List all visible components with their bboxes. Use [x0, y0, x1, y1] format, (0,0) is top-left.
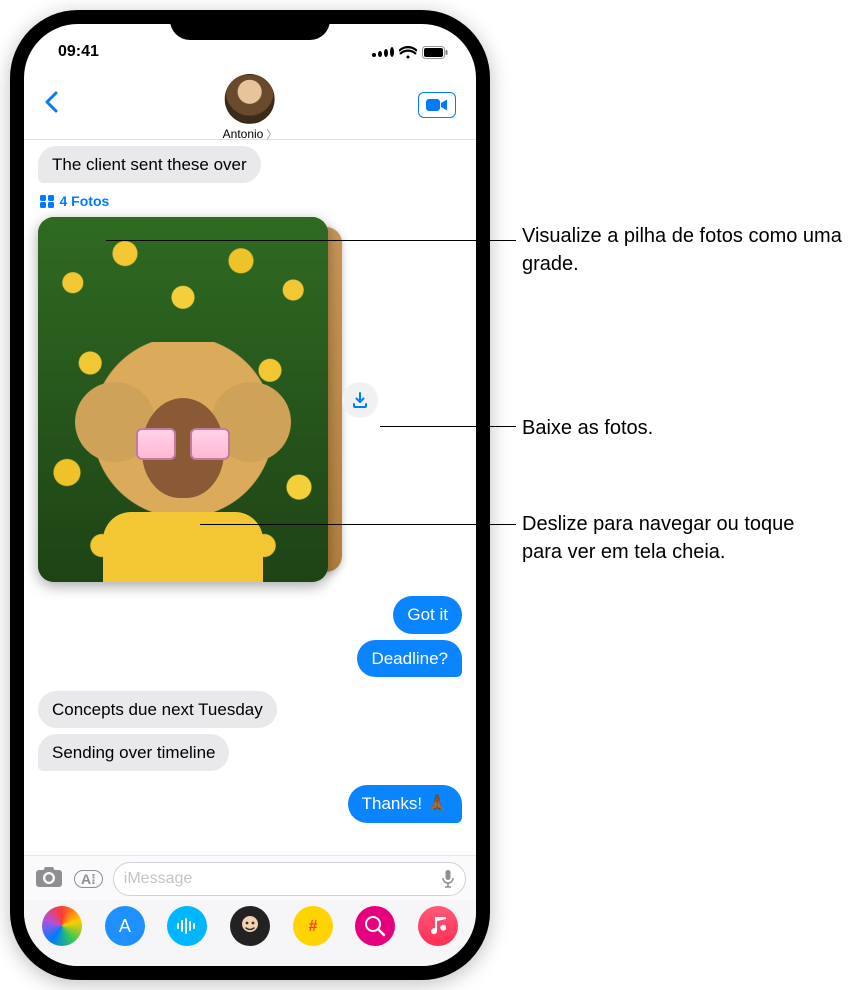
callout-leader-line	[200, 524, 516, 525]
tray-music-icon[interactable]	[418, 906, 458, 946]
message-sent[interactable]: Got it	[393, 596, 462, 633]
message-received[interactable]: Concepts due next Tuesday	[38, 691, 277, 728]
status-indicators	[372, 46, 448, 59]
messages-list[interactable]: The client sent these over 4 Fotos	[24, 140, 476, 855]
battery-icon	[422, 46, 448, 59]
callout-download: Baixe as fotos.	[522, 414, 653, 442]
status-time: 09:41	[58, 43, 99, 61]
compose-bar: А⁞ iMessage	[24, 855, 476, 900]
photo-subject	[83, 342, 283, 582]
memoji-icon	[237, 913, 263, 939]
cellular-icon	[372, 47, 394, 57]
contact-name: Antonio	[223, 127, 264, 141]
tray-images-icon[interactable]: #	[293, 906, 333, 946]
photos-grid-button[interactable]: 4 Fotos	[40, 193, 109, 209]
callout-grid: Visualize a pilha de fotos como uma grad…	[522, 222, 842, 278]
tray-memoji-icon[interactable]	[230, 906, 270, 946]
avatar	[225, 74, 275, 124]
input-placeholder: iMessage	[124, 870, 192, 888]
app-tray: A #	[24, 900, 476, 966]
contact-button[interactable]: Antonio 〉	[223, 74, 278, 142]
music-note-icon	[430, 917, 446, 935]
hashtag-icon: #	[303, 916, 323, 936]
callout-leader-line	[106, 240, 516, 241]
photo-stack[interactable]	[38, 217, 328, 582]
camera-icon	[34, 865, 64, 889]
video-icon	[426, 98, 448, 112]
message-received[interactable]: Sending over timeline	[38, 734, 229, 771]
tray-audio-icon[interactable]	[167, 906, 207, 946]
callout-swipe: Deslize para navegar ou toque para ver e…	[522, 510, 822, 566]
download-icon	[351, 391, 369, 409]
screen: 09:41 Antonio 〉	[24, 24, 476, 966]
waveform-icon	[176, 918, 198, 934]
back-button[interactable]	[44, 91, 72, 118]
message-input[interactable]: iMessage	[113, 862, 466, 896]
chevron-right-icon: 〉	[266, 126, 277, 142]
conversation-header: Antonio 〉	[24, 70, 476, 140]
photos-count-label: 4 Fotos	[60, 193, 110, 209]
appstore-a-icon: А⁞	[81, 871, 96, 887]
tray-appstore-icon[interactable]: A	[105, 906, 145, 946]
tray-globe-icon[interactable]	[355, 906, 395, 946]
app-drawer-button[interactable]: А⁞	[74, 870, 103, 888]
notch	[170, 10, 330, 40]
facetime-button[interactable]	[418, 92, 456, 118]
message-received[interactable]: The client sent these over	[38, 146, 261, 183]
phone-frame: 09:41 Antonio 〉	[10, 10, 490, 980]
chevron-left-icon	[44, 91, 58, 113]
message-sent[interactable]: Deadline?	[357, 640, 462, 677]
download-button[interactable]	[342, 382, 378, 418]
dictate-icon[interactable]	[441, 869, 455, 889]
callout-leader-line	[380, 426, 516, 427]
svg-text:#: #	[308, 918, 317, 935]
globe-search-icon	[364, 915, 386, 937]
message-sent[interactable]: Thanks! 🙏🏾	[348, 785, 462, 822]
tray-photos-icon[interactable]	[42, 906, 82, 946]
grid-icon	[40, 195, 54, 209]
wifi-icon	[399, 46, 417, 59]
camera-button[interactable]	[34, 865, 64, 894]
appstore-icon: A	[119, 916, 131, 937]
photo-stack-front[interactable]	[38, 217, 328, 582]
